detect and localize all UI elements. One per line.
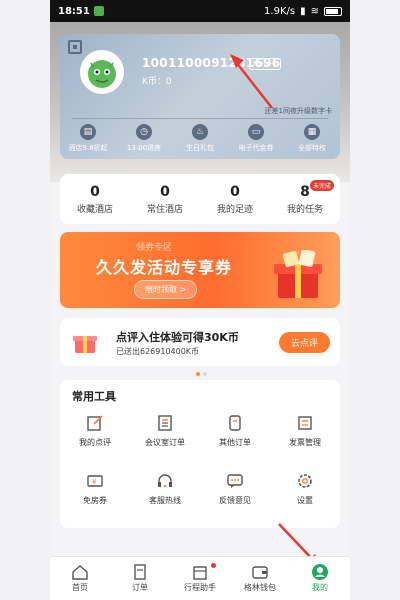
banner-claim-button[interactable]: 限时领取 > — [134, 280, 198, 299]
annotation-arrow-icon — [230, 54, 273, 109]
gift-icon — [73, 336, 97, 353]
stat-my-tasks[interactable]: 8 我的任务 未完成 — [270, 174, 340, 224]
tools-heading: 常用工具 — [72, 390, 116, 403]
home-icon — [71, 564, 89, 580]
invoice-icon — [296, 414, 314, 432]
tool-my-reviews[interactable]: 我的点评 — [60, 414, 130, 448]
cake-icon: ♨ — [192, 124, 208, 140]
gear-icon — [296, 472, 314, 490]
benefit-all[interactable]: ▦ 全部特权 — [285, 124, 339, 153]
banner-top-text: 领券专区 — [136, 243, 173, 253]
chat-icon — [226, 472, 244, 490]
benefit-late-checkout[interactable]: ◷ 13:00退房 — [117, 124, 171, 153]
k-coin-balance[interactable]: K币：0 — [142, 74, 172, 87]
stats-row: 0 收藏酒店 0 常住酒店 0 我的足迹 8 我的任务 未完成 — [60, 174, 340, 224]
stat-frequent-hotels[interactable]: 0 常住酒店 — [130, 174, 200, 224]
coupon-banner[interactable]: 领券专区 久久发活动专享券 限时领取 > — [60, 232, 340, 308]
battery-icon — [324, 6, 342, 16]
avatar[interactable] — [80, 50, 124, 94]
edit-icon — [86, 414, 104, 432]
user-icon — [311, 564, 329, 580]
nav-orders[interactable]: 订单 — [110, 557, 170, 600]
benefit-voucher[interactable]: ▭ 电子代金券 — [229, 124, 283, 153]
qr-code-icon[interactable] — [68, 40, 82, 54]
headset-icon — [156, 472, 174, 490]
task-status-badge: 未完成 — [309, 180, 334, 191]
nav-trip-assistant[interactable]: 行程助手 — [170, 557, 230, 600]
stat-footprint[interactable]: 0 我的足迹 — [200, 174, 270, 224]
order-icon — [131, 564, 149, 580]
status-bar: 18:51 1.9K/s ▮ ≋ — [50, 0, 350, 22]
hotel-icon: ▤ — [80, 124, 96, 140]
notification-dot — [211, 563, 216, 568]
common-tools-panel: 常用工具 我的点评 会议室订单 其他订单 发票管理 ¥ 免房券 客服热线 反馈意… — [60, 380, 340, 528]
grid-icon: ▦ — [304, 124, 320, 140]
network-speed: 1.9K/s — [264, 5, 296, 17]
nav-wallet[interactable]: 格林钱包 — [230, 557, 290, 600]
tool-other-orders[interactable]: 其他订单 — [200, 414, 270, 448]
tool-meeting-orders[interactable]: 会议室订单 — [130, 414, 200, 448]
phone-screen: 18:51 1.9K/s ▮ ≋ 1001100091281696 Meta卡 … — [50, 0, 350, 600]
promo-subtitle: 已送出626910400K币 — [116, 347, 200, 356]
receipt-icon — [226, 414, 244, 432]
bottom-navigation: 首页 订单 行程助手 格林钱包 我的 — [50, 556, 350, 600]
status-time: 18:51 — [58, 5, 90, 17]
member-card[interactable]: 1001100091281696 Meta卡 K币：0 还差1间夜升级数字卡 ▤… — [60, 34, 340, 159]
gift-box-icon — [274, 250, 322, 298]
tool-invoice[interactable]: 发票管理 — [270, 414, 340, 448]
review-promo-card[interactable]: 点评入住体验可得30K币 已送出626910400K币 去点评 — [60, 318, 340, 366]
calendar-icon — [191, 564, 209, 580]
nav-profile[interactable]: 我的 — [290, 557, 350, 600]
ticket-icon: ▭ — [248, 124, 264, 140]
tool-free-room-coupon[interactable]: ¥ 免房券 — [60, 472, 130, 506]
tool-customer-service[interactable]: 客服热线 — [130, 472, 200, 506]
clock-icon: ◷ — [136, 124, 152, 140]
banner-title: 久久发活动专享券 — [96, 258, 233, 277]
wallet-icon — [251, 564, 269, 580]
tool-settings[interactable]: 设置 — [270, 472, 340, 506]
go-review-button[interactable]: 去点评 — [278, 332, 330, 353]
card-divider — [72, 118, 328, 119]
coupon-icon: ¥ — [86, 472, 104, 490]
card-benefits: ▤ 酒店9.8折起 ◷ 13:00退房 ♨ 生日礼包 ▭ 电子代金券 ▦ 全部特… — [60, 124, 340, 153]
document-icon — [156, 414, 174, 432]
stat-favorite-hotels[interactable]: 0 收藏酒店 — [60, 174, 130, 224]
tool-feedback[interactable]: 反馈意见 — [200, 472, 270, 506]
wifi-icon: ≋ — [310, 5, 319, 17]
nav-home[interactable]: 首页 — [50, 557, 110, 600]
carousel-indicator — [196, 372, 207, 376]
svg-text:¥: ¥ — [92, 478, 97, 486]
benefit-birthday[interactable]: ♨ 生日礼包 — [173, 124, 227, 153]
benefit-discount[interactable]: ▤ 酒店9.8折起 — [61, 124, 115, 153]
promo-title: 点评入住体验可得30K币 — [116, 331, 239, 344]
app-notification-icon — [93, 6, 104, 16]
signal-icon: ▮ — [300, 5, 306, 17]
